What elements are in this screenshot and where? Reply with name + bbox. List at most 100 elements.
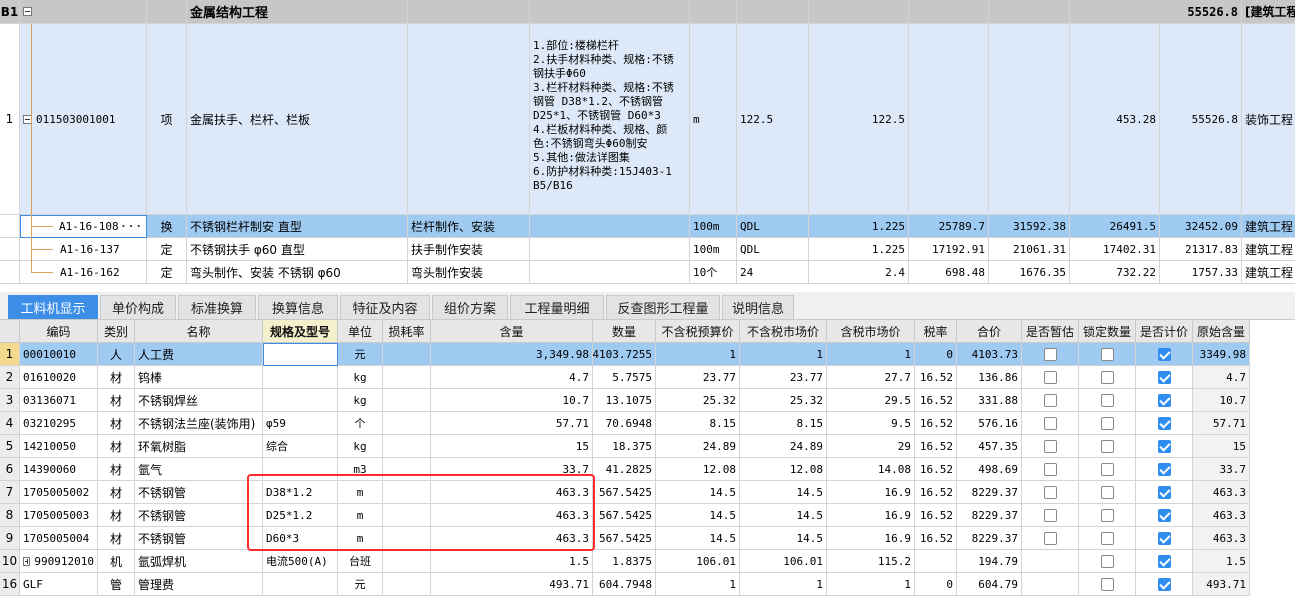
spec-cell[interactable]: D25*1.2	[263, 504, 338, 527]
tab-quantity-detail[interactable]: 工程量明细	[510, 295, 604, 319]
header-priced[interactable]: 是否计价	[1136, 320, 1193, 343]
header-lock-quantity[interactable]: 锁定数量	[1079, 320, 1136, 343]
checkbox-icon[interactable]	[1100, 508, 1114, 522]
pre-tax-budget-price-cell[interactable]: 23.77	[656, 366, 740, 389]
loss-rate-cell[interactable]	[383, 343, 431, 366]
pre-tax-budget-price-cell[interactable]: 1	[656, 343, 740, 366]
lock-quantity-cell[interactable]	[1079, 343, 1136, 366]
pre-tax-budget-price-cell[interactable]: 25.32	[656, 389, 740, 412]
spec-cell[interactable]: 综合	[263, 435, 338, 458]
provisional-cell[interactable]	[1022, 550, 1079, 573]
quota-qty[interactable]: 1.225	[809, 215, 909, 238]
bill-item-row[interactable]: 1 011503001001 项 金属扶手、栏杆、栏板 1.部位:楼梯栏杆 2.…	[0, 24, 1295, 215]
unit-cell[interactable]: 元	[338, 573, 383, 596]
amount-cell[interactable]: 136.86	[957, 366, 1022, 389]
name-cell[interactable]: 不锈钢管	[135, 504, 263, 527]
tax-rate-cell[interactable]: 16.52	[915, 481, 957, 504]
checkbox-icon[interactable]	[1100, 370, 1114, 384]
name-cell[interactable]: 管理费	[135, 573, 263, 596]
quantity-cell[interactable]: 4103.7255	[593, 343, 656, 366]
name-cell[interactable]: 人工费	[135, 343, 263, 366]
header-amount[interactable]: 合价	[957, 320, 1022, 343]
tab-conversion-info[interactable]: 换算信息	[258, 295, 338, 319]
item-expr[interactable]: 122.5	[737, 24, 809, 215]
spec-cell[interactable]	[263, 458, 338, 481]
header-spec[interactable]: 规格及型号	[263, 320, 338, 343]
category-cell[interactable]: 材	[98, 458, 135, 481]
quantity-cell[interactable]: 18.375	[593, 435, 656, 458]
code-cell[interactable]: 03210295	[20, 412, 98, 435]
original-content-cell[interactable]: 463.3	[1193, 527, 1250, 550]
original-content-cell[interactable]: 3349.98	[1193, 343, 1250, 366]
checkbox-icon[interactable]	[1100, 347, 1114, 361]
more-icon[interactable]: ···	[120, 220, 143, 233]
amount-cell[interactable]: 4103.73	[957, 343, 1022, 366]
quota-qty[interactable]: 2.4	[809, 261, 909, 284]
quantity-cell[interactable]: 567.5425	[593, 481, 656, 504]
unit-cell[interactable]: 元	[338, 343, 383, 366]
pre-tax-budget-price-cell[interactable]: 1	[656, 573, 740, 596]
unit-cell[interactable]: m	[338, 504, 383, 527]
loss-rate-cell[interactable]	[383, 412, 431, 435]
name-cell[interactable]: 氩弧焊机	[135, 550, 263, 573]
loss-rate-cell[interactable]	[383, 527, 431, 550]
amount-cell[interactable]: 457.35	[957, 435, 1022, 458]
priced-cell[interactable]	[1136, 550, 1193, 573]
spec-cell[interactable]: D60*3	[263, 527, 338, 550]
code-cell[interactable]: 01610020	[20, 366, 98, 389]
quantity-cell[interactable]: 567.5425	[593, 527, 656, 550]
tab-standard-conversion[interactable]: 标准换算	[178, 295, 256, 319]
category-cell[interactable]: 人	[98, 343, 135, 366]
checkbox-icon[interactable]	[1100, 462, 1114, 476]
checkbox-icon[interactable]	[1043, 485, 1057, 499]
name-cell[interactable]: 不锈钢管	[135, 481, 263, 504]
category-cell[interactable]: 材	[98, 481, 135, 504]
amount-cell[interactable]: 8229.37	[957, 527, 1022, 550]
loss-rate-cell[interactable]	[383, 481, 431, 504]
content-cell[interactable]: 3,349.98	[431, 343, 593, 366]
tax-rate-cell[interactable]: 16.52	[915, 458, 957, 481]
content-cell[interactable]: 15	[431, 435, 593, 458]
pre-tax-budget-price-cell[interactable]: 106.01	[656, 550, 740, 573]
tax-rate-cell[interactable]: 0	[915, 573, 957, 596]
tax-rate-cell[interactable]: 16.52	[915, 435, 957, 458]
header-pre-tax-market-price[interactable]: 不含税市场价	[740, 320, 827, 343]
quantity-cell[interactable]: 5.7575	[593, 366, 656, 389]
provisional-cell[interactable]	[1022, 343, 1079, 366]
tab-graphic-quantity[interactable]: 反查图形工程量	[606, 295, 720, 319]
provisional-cell[interactable]	[1022, 412, 1079, 435]
tax-incl-market-price-cell[interactable]: 16.9	[827, 527, 915, 550]
group-row[interactable]: B1 金属结构工程 55526.8 [建筑工程	[0, 0, 1295, 24]
header-loss-rate[interactable]: 损耗率	[383, 320, 431, 343]
priced-cell[interactable]	[1136, 504, 1193, 527]
unit-cell[interactable]: 个	[338, 412, 383, 435]
spec-cell[interactable]: 电流500(A)	[263, 550, 338, 573]
unit-cell[interactable]: kg	[338, 366, 383, 389]
original-content-cell[interactable]: 15	[1193, 435, 1250, 458]
spec-cell[interactable]	[263, 573, 338, 596]
checkbox-icon[interactable]	[1100, 439, 1114, 453]
tab-notes[interactable]: 说明信息	[722, 295, 794, 319]
checkbox-icon[interactable]	[1043, 508, 1057, 522]
checkbox-icon[interactable]	[1043, 370, 1057, 384]
group-toggle[interactable]	[20, 0, 147, 24]
loss-rate-cell[interactable]	[383, 550, 431, 573]
pre-tax-budget-price-cell[interactable]: 24.89	[656, 435, 740, 458]
pre-tax-market-price-cell[interactable]: 23.77	[740, 366, 827, 389]
tax-rate-cell[interactable]: 16.52	[915, 366, 957, 389]
resource-row[interactable]: 8 1705005003 材不锈钢管 D25*1.2 m 463.3 567.5425 14.…	[0, 504, 1250, 527]
tab-pricing-scheme[interactable]: 组价方案	[432, 295, 508, 319]
original-content-cell[interactable]: 463.3	[1193, 504, 1250, 527]
provisional-cell[interactable]	[1022, 366, 1079, 389]
tab-features[interactable]: 特征及内容	[340, 295, 430, 319]
quota-qty[interactable]: 1.225	[809, 238, 909, 261]
pre-tax-budget-price-cell[interactable]: 14.5	[656, 481, 740, 504]
quantity-cell[interactable]: 604.7948	[593, 573, 656, 596]
checkbox-checked-icon[interactable]	[1157, 462, 1171, 476]
quota-expr[interactable]: 24	[737, 261, 809, 284]
content-cell[interactable]: 493.71	[431, 573, 593, 596]
tax-rate-cell[interactable]: 16.52	[915, 504, 957, 527]
name-cell[interactable]: 氩气	[135, 458, 263, 481]
lock-quantity-cell[interactable]	[1079, 389, 1136, 412]
pre-tax-market-price-cell[interactable]: 12.08	[740, 458, 827, 481]
